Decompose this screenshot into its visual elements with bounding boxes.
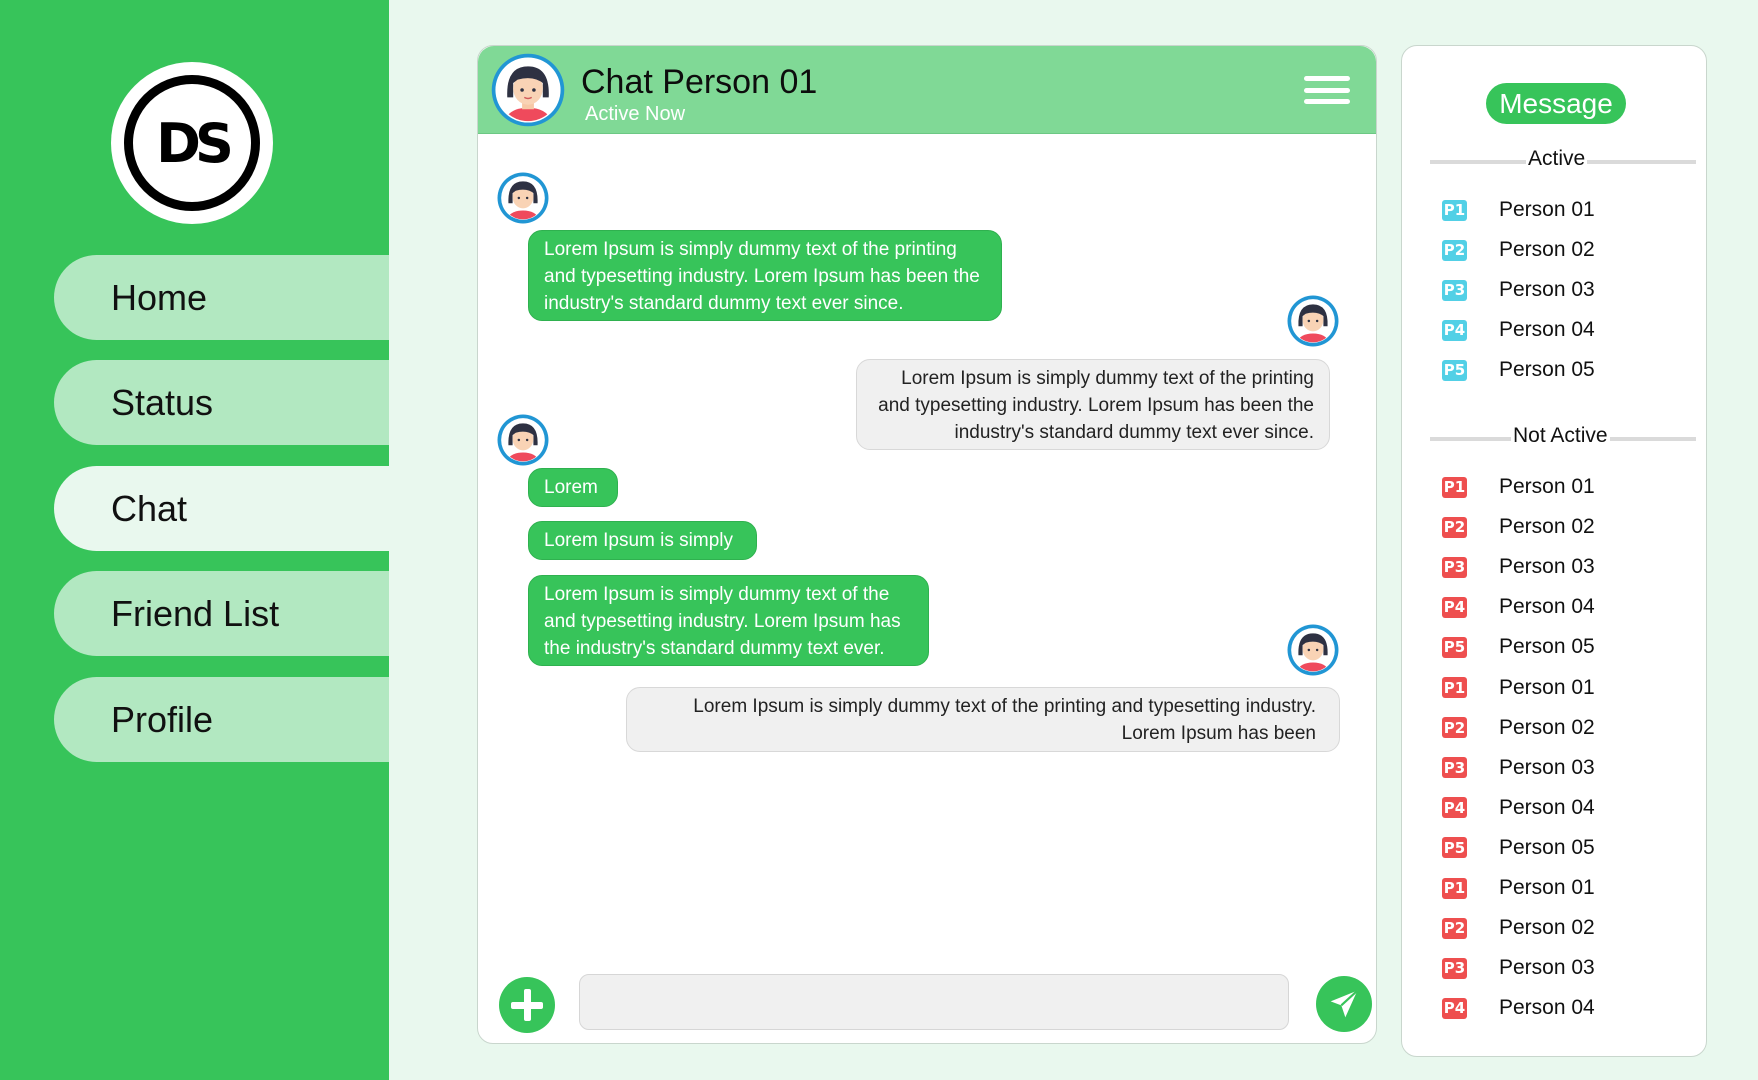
message-bubble-outgoing[interactable]: Lorem Ipsum is simply dummy text of the … (856, 359, 1330, 450)
contact-name: Person 04 (1499, 318, 1595, 341)
message-bubble-outgoing[interactable]: Lorem Ipsum is simply dummy text of the … (626, 687, 1340, 752)
active-section-header: Active (1430, 147, 1696, 175)
contact-badge: P2 (1442, 239, 1467, 261)
message-bubble-incoming[interactable]: Lorem Ipsum is simply (528, 521, 757, 560)
contact-item[interactable]: P2 Person 02 (1442, 237, 1595, 263)
contact-badge: P4 (1442, 596, 1467, 618)
contact-item[interactable]: P4 Person 04 (1442, 995, 1595, 1021)
contact-badge: P5 (1442, 359, 1467, 381)
contact-badge: P1 (1442, 476, 1467, 498)
contact-badge: P4 (1442, 319, 1467, 341)
message-input[interactable] (579, 974, 1289, 1030)
nav-item-home[interactable]: Home (54, 255, 389, 340)
contact-badge: P5 (1442, 636, 1467, 658)
contact-badge: P4 (1442, 797, 1467, 819)
contact-badge: P4 (1442, 997, 1467, 1019)
woman-avatar-icon (491, 53, 565, 127)
contact-name: Person 04 (1499, 996, 1595, 1020)
contact-item[interactable]: P3 Person 03 (1442, 955, 1595, 981)
contact-name: Person 03 (1499, 278, 1595, 301)
contact-name: Person 01 (1499, 475, 1595, 498)
nav-item-friend-list[interactable]: Friend List (54, 571, 389, 656)
self-avatar-icon (1287, 624, 1339, 681)
contact-badge: P3 (1442, 757, 1467, 779)
contact-badge: P2 (1442, 717, 1467, 739)
contact-badge: P1 (1442, 677, 1467, 698)
sender-avatar-icon (497, 172, 549, 229)
contact-badge: P3 (1442, 556, 1467, 578)
contact-item[interactable]: P3 Person 03 (1442, 277, 1595, 303)
contact-name: Person 02 (1499, 715, 1595, 739)
sidebar: DS Home Status Chat Friend List Profile (0, 0, 389, 1080)
contact-badge: P2 (1442, 917, 1467, 939)
contact-avatar[interactable] (491, 53, 565, 132)
logo: DS (111, 62, 273, 224)
add-attachment-button[interactable] (499, 977, 555, 1033)
contact-badge: P3 (1442, 279, 1467, 301)
contact-item[interactable]: P2 Person 02 (1442, 715, 1595, 741)
contact-name: Person 02 (1499, 238, 1595, 261)
contact-name: Person 01 (1499, 198, 1595, 221)
contact-name: Person 03 (1499, 956, 1595, 980)
contact-badge: P1 (1442, 877, 1467, 899)
nav-item-chat[interactable]: Chat (54, 466, 389, 551)
contact-item[interactable]: P4 Person 04 (1442, 594, 1595, 620)
contact-badge: P1 (1442, 199, 1467, 221)
contact-badge: P5 (1442, 837, 1467, 859)
active-section-label: Active (1526, 147, 1588, 171)
nav-item-status[interactable]: Status (54, 360, 389, 445)
nav-item-profile[interactable]: Profile (54, 677, 389, 762)
contact-item[interactable]: P4 Person 04 (1442, 317, 1595, 343)
contact-badge: P2 (1442, 516, 1467, 538)
contact-item[interactable]: P5 Person 05 (1442, 357, 1595, 383)
contact-item[interactable]: P5 Person 05 (1442, 835, 1595, 861)
contact-item[interactable]: P1 Person 01 (1442, 197, 1595, 223)
contact-item[interactable]: P5 Person 05 (1442, 634, 1595, 660)
message-bubble-incoming[interactable]: Lorem (528, 468, 618, 507)
messages-title: Message (1486, 83, 1626, 124)
contact-name: Person 05 (1499, 635, 1595, 659)
contact-item[interactable]: P1 Person 01 (1442, 675, 1595, 701)
contact-name: Person 03 (1499, 755, 1595, 779)
contact-name: Person 01 (1499, 876, 1595, 899)
contact-name: Person 02 (1499, 515, 1595, 539)
inactive-section-label: Not Active (1511, 424, 1610, 448)
contacts-panel: Message Active Not Active P1 Person 01 P2 P… (1401, 45, 1707, 1057)
contact-item[interactable]: P1 Person 01 (1442, 474, 1595, 500)
sender-avatar-icon (497, 414, 549, 471)
contact-item[interactable]: P2 Person 02 (1442, 514, 1595, 540)
contact-item[interactable]: P3 Person 03 (1442, 554, 1595, 580)
paper-plane-icon (1330, 989, 1359, 1018)
contact-badge: P3 (1442, 957, 1467, 979)
logo-mark: DS (124, 75, 260, 211)
contact-item[interactable]: P2 Person 02 (1442, 915, 1595, 941)
contact-name: Person 04 (1499, 595, 1595, 619)
contact-item[interactable]: P4 Person 04 (1442, 795, 1595, 821)
message-bubble-incoming[interactable]: Lorem Ipsum is simply dummy text of the … (528, 230, 1002, 321)
contact-name: Person 04 (1499, 795, 1595, 819)
self-avatar-icon (1287, 295, 1339, 352)
chat-contact-status: Active Now (585, 103, 686, 125)
message-bubble-incoming[interactable]: Lorem Ipsum is simply dummy text of the … (528, 575, 929, 666)
send-button[interactable] (1316, 976, 1372, 1032)
contact-name: Person 02 (1499, 916, 1595, 940)
chat-panel: Chat Person 01 Active Now Lorem Ipsum is… (477, 45, 1377, 1044)
contact-item[interactable]: P1 Person 01 (1442, 875, 1595, 901)
hamburger-menu-icon[interactable] (1304, 76, 1350, 104)
contact-name: Person 05 (1499, 358, 1595, 381)
contact-name: Person 05 (1499, 835, 1595, 859)
contact-item[interactable]: P3 Person 03 (1442, 755, 1595, 781)
chat-contact-name: Chat Person 01 (581, 63, 818, 101)
chat-header: Chat Person 01 Active Now (478, 46, 1376, 134)
contact-name: Person 03 (1499, 555, 1595, 579)
contact-name: Person 01 (1499, 675, 1595, 699)
inactive-section-header: Not Active (1430, 424, 1696, 452)
